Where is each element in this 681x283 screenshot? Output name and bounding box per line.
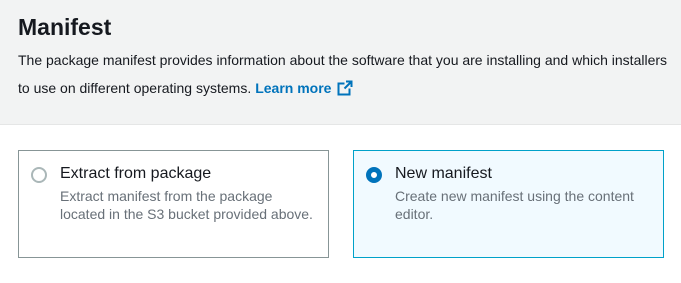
manifest-header: Manifest The package manifest provides i… — [0, 0, 681, 125]
section-description: The package manifest provides informatio… — [18, 46, 668, 105]
option-description-extract: Extract manifest from the package locate… — [60, 188, 313, 222]
option-description-new-manifest: Create new manifest using the content ed… — [395, 188, 634, 222]
learn-more-label: Learn more — [255, 80, 332, 96]
option-tile-extract-from-package[interactable]: Extract from package Extract manifest fr… — [18, 150, 329, 258]
option-tile-new-manifest[interactable]: New manifest Create new manifest using t… — [353, 150, 664, 258]
section-title: Manifest — [18, 14, 112, 40]
option-label-extract: Extract from package — [60, 165, 212, 182]
option-label-new-manifest: New manifest — [395, 165, 492, 182]
external-link-icon — [337, 77, 353, 105]
learn-more-link[interactable]: Learn more — [255, 80, 353, 96]
radio-new-manifest[interactable] — [366, 167, 382, 183]
manifest-panel: Manifest The package manifest provides i… — [0, 0, 681, 283]
radio-extract-from-package[interactable] — [31, 167, 47, 183]
